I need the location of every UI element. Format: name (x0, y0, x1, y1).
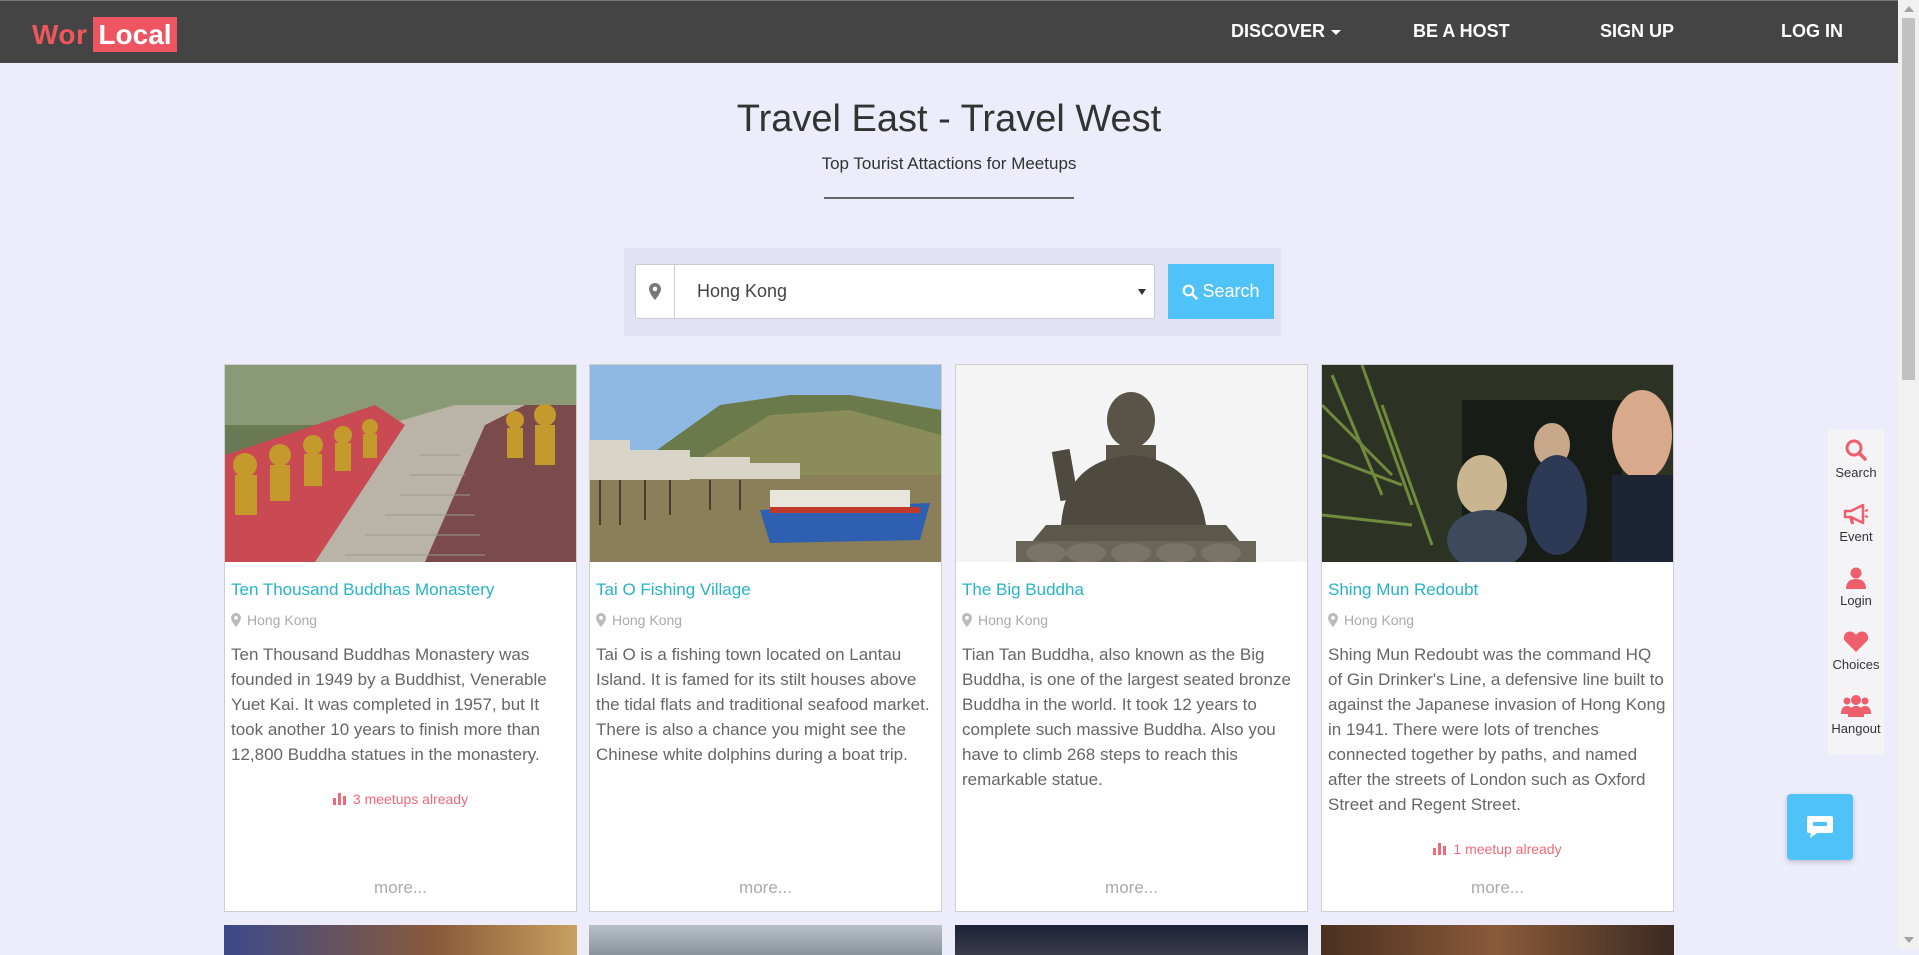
chat-button[interactable] (1787, 794, 1853, 860)
toolbar-search-label: Search (1835, 465, 1877, 480)
bar-chart-icon (332, 793, 346, 805)
attraction-location-label: Hong Kong (612, 612, 683, 628)
more-link[interactable]: more... (956, 878, 1307, 898)
more-link[interactable]: more... (1322, 878, 1673, 898)
logo-text-part2: Local (93, 17, 177, 52)
more-link[interactable]: more... (225, 878, 576, 898)
attraction-location-label: Hong Kong (1344, 612, 1415, 628)
attraction-photo[interactable] (1322, 365, 1673, 562)
attraction-title[interactable]: Tai O Fishing Village (596, 580, 751, 600)
scrollbar-thumb[interactable] (1902, 18, 1915, 380)
scroll-up-arrow-icon[interactable] (1904, 6, 1914, 12)
attraction-title[interactable]: Shing Mun Redoubt (1328, 580, 1478, 600)
map-marker-icon (1328, 613, 1338, 627)
attraction-title[interactable]: The Big Buddha (962, 580, 1084, 600)
attraction-card-partial[interactable] (224, 925, 577, 955)
page-subtitle: Top Tourist Attactions for Meetups (821, 154, 1077, 173)
attraction-title[interactable]: Ten Thousand Buddhas Monastery (231, 580, 494, 600)
attraction-description: Shing Mun Redoubt was the command HQ of … (1328, 645, 1666, 814)
attraction-card: Tai O Fishing Village Hong Kong Tai O is… (589, 364, 942, 912)
map-marker-icon (596, 613, 606, 627)
map-marker-icon (649, 283, 661, 300)
bar-chart-icon (1433, 843, 1447, 855)
attraction-location-label: Hong Kong (247, 612, 318, 628)
users-group-icon (1841, 695, 1871, 717)
logo-text-part1: Wor (32, 18, 88, 50)
toolbar-login[interactable]: Login (1828, 566, 1884, 608)
toolbar-login-label: Login (1840, 593, 1872, 608)
meetup-count: 3 meetups already (225, 791, 576, 807)
meetup-count-label: 3 meetups already (352, 791, 469, 807)
attraction-card: Shing Mun Redoubt Hong Kong Shing Mun Re… (1321, 364, 1674, 912)
attraction-location-label: Hong Kong (978, 612, 1049, 628)
caret-down-icon (1331, 29, 1342, 35)
page-scrollbar[interactable] (1898, 0, 1919, 949)
search-button-label: Search (1202, 281, 1260, 301)
attraction-photo[interactable] (225, 365, 576, 562)
toolbar-choices-label: Choices (1832, 657, 1880, 672)
attraction-card-partial[interactable] (1321, 925, 1674, 955)
select-arrow-icon (1138, 289, 1146, 295)
more-link[interactable]: more... (590, 878, 941, 898)
toolbar-choices[interactable]: Choices (1828, 630, 1884, 672)
nav-discover-label: DISCOVER (1231, 21, 1326, 41)
title-divider (824, 197, 1074, 199)
meetup-count-label: 1 meetup already (1453, 841, 1562, 857)
megaphone-icon (1843, 503, 1869, 525)
nav-log-in[interactable]: LOG IN (1781, 21, 1843, 42)
attraction-location: Hong Kong (1328, 612, 1414, 628)
nav-be-a-host[interactable]: BE A HOST (1413, 21, 1510, 42)
toolbar-search[interactable]: Search (1828, 438, 1884, 480)
map-marker-icon (231, 613, 241, 627)
search-icon (1183, 284, 1199, 300)
user-icon (1846, 567, 1866, 589)
attraction-card: Ten Thousand Buddhas Monastery Hong Kong… (224, 364, 577, 912)
attraction-description: Ten Thousand Buddhas Monastery was found… (231, 645, 547, 764)
location-addon (635, 264, 675, 319)
attraction-location: Hong Kong (231, 612, 317, 628)
chat-bubble-icon (1807, 816, 1833, 838)
search-icon (1845, 439, 1867, 461)
heart-icon (1843, 631, 1869, 652)
attraction-photo[interactable] (590, 365, 941, 562)
nav-discover[interactable]: DISCOVER (1231, 21, 1342, 42)
location-select[interactable]: Hong Kong (675, 264, 1155, 319)
toolbar-event[interactable]: Event (1828, 502, 1884, 544)
floating-toolbar: Search Event Login Choices Hangout (1828, 430, 1884, 754)
attraction-photo[interactable] (956, 365, 1307, 562)
scroll-down-arrow-icon[interactable] (1904, 937, 1914, 943)
attraction-description: Tai O is a fishing town located on Lanta… (596, 645, 930, 764)
meetup-count: 1 meetup already (1322, 841, 1673, 857)
nav-sign-up[interactable]: SIGN UP (1600, 21, 1674, 42)
attraction-card: The Big Buddha Hong Kong Tian Tan Buddha… (955, 364, 1308, 912)
attraction-location: Hong Kong (596, 612, 682, 628)
search-button[interactable]: Search (1168, 264, 1274, 319)
attraction-card-partial[interactable] (589, 925, 942, 955)
top-navbar: Wor Local DISCOVER BE A HOST SIGN UP LOG… (0, 0, 1898, 63)
attraction-description: Tian Tan Buddha, also known as the Big B… (962, 645, 1291, 789)
site-logo[interactable]: Wor Local (32, 17, 177, 52)
toolbar-hangout-label: Hangout (1831, 721, 1881, 736)
attraction-location: Hong Kong (962, 612, 1048, 628)
map-marker-icon (962, 613, 972, 627)
toolbar-hangout[interactable]: Hangout (1828, 694, 1884, 736)
page-title: Travel East - Travel West (736, 98, 1162, 140)
attraction-card-partial[interactable] (955, 925, 1308, 955)
toolbar-event-label: Event (1839, 529, 1873, 544)
location-select-value: Hong Kong (697, 281, 788, 301)
